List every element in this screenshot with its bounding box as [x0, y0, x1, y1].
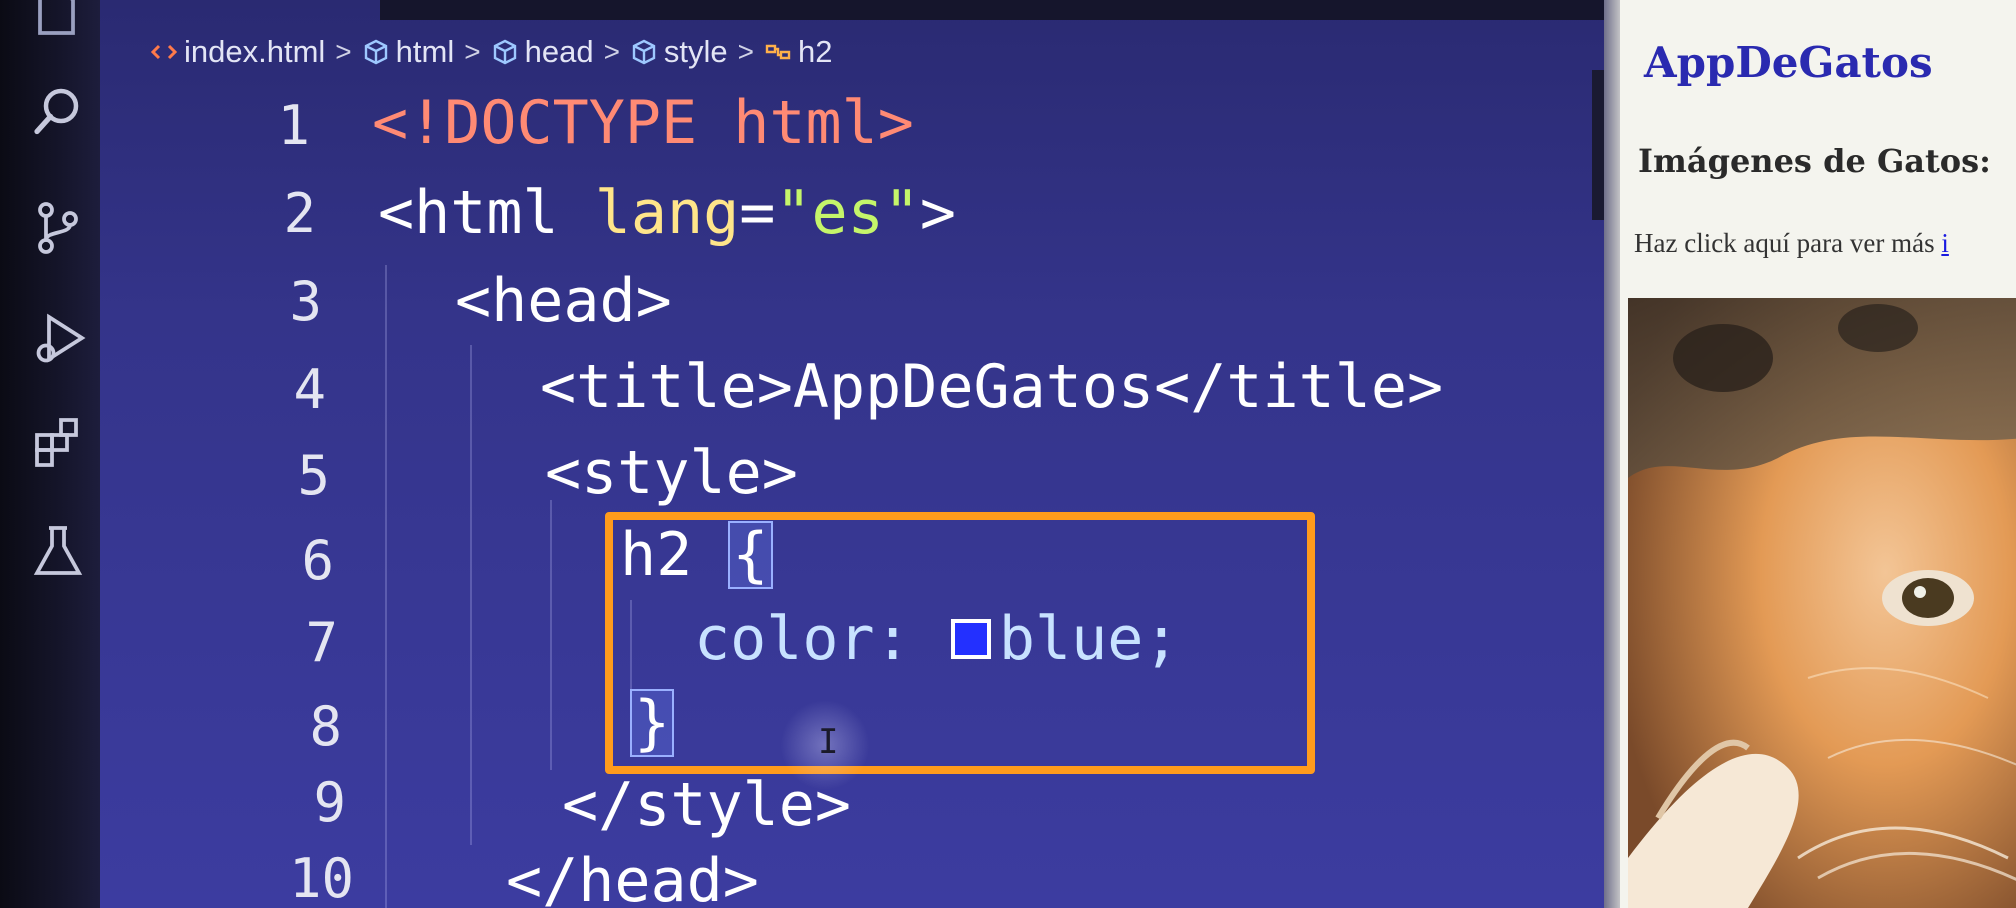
breadcrumb-item-html[interactable]: html [362, 34, 454, 70]
line-number: 1 [277, 94, 310, 157]
breadcrumb-separator: > [603, 36, 620, 67]
source-control-icon[interactable] [28, 198, 88, 258]
extensions-icon[interactable] [28, 414, 88, 474]
cube-icon [632, 39, 656, 65]
breadcrumb-item-style[interactable]: style [630, 34, 728, 70]
explorer-icon[interactable] [28, 0, 88, 42]
breadcrumb-separator: > [464, 36, 481, 67]
code-line-10[interactable]: </head> [506, 838, 759, 908]
preview-heading: AppDeGatos [1644, 38, 1933, 87]
html-file-icon [150, 44, 178, 60]
line-number: 8 [309, 695, 342, 758]
line-number: 7 [305, 611, 338, 674]
head-open-tag: <head> [455, 266, 672, 336]
tab-bar-strip [380, 0, 1620, 20]
cat-image [1628, 298, 2016, 908]
breadcrumb-item-h2[interactable]: h2 [764, 34, 833, 70]
tag-bracket: < [378, 178, 415, 248]
code-line-5[interactable]: <style> [545, 430, 798, 516]
tag-name: html [414, 178, 559, 248]
preview-subheading: Imágenes de Gatos: [1638, 142, 1991, 180]
breadcrumb-separator: > [335, 36, 352, 67]
line-number: 2 [283, 182, 316, 245]
preview-link[interactable]: i [1941, 228, 1949, 258]
breadcrumb-item-head[interactable]: head [491, 34, 594, 70]
highlight-box [605, 512, 1315, 774]
run-debug-icon[interactable] [28, 308, 88, 368]
code-line-1[interactable]: <!DOCTYPE html> [372, 80, 914, 166]
text-cursor-icon: I [818, 722, 839, 762]
cube-icon [364, 39, 387, 65]
indent-guide [550, 500, 552, 770]
tag-bracket: > [919, 178, 956, 248]
code-line-2[interactable]: < html lang = "es" > [378, 170, 956, 256]
indent-guide [470, 345, 472, 845]
code-line-3[interactable]: <head> [455, 258, 672, 344]
attribute-equals: = [739, 178, 776, 248]
title-close-tag: </title> [1154, 352, 1444, 422]
line-number: 6 [301, 529, 334, 592]
preview-paragraph: Haz click aquí para ver más i [1634, 228, 1949, 259]
search-icon[interactable] [28, 82, 88, 142]
title-text: AppDeGatos [792, 352, 1155, 422]
preview-paragraph-text: Haz click aquí para ver más [1634, 228, 1942, 258]
line-number: 5 [297, 444, 330, 507]
breadcrumb: index.html > html > head > style > h2 [150, 30, 833, 74]
line-number: 10 [288, 847, 354, 908]
attribute-name: lang [594, 178, 740, 248]
indent-guide [385, 265, 387, 908]
activity-bar [0, 0, 100, 908]
line-number: 3 [289, 270, 322, 333]
line-number: 4 [293, 358, 326, 421]
head-close-tag: </head> [506, 846, 759, 908]
code-line-4[interactable]: <title> AppDeGatos </title> [540, 344, 1443, 430]
line-number: 9 [313, 771, 346, 834]
breadcrumb-separator: > [737, 36, 755, 67]
testing-icon[interactable] [28, 522, 88, 582]
doctype-token: <!DOCTYPE html> [372, 88, 914, 158]
browser-preview: AppDeGatos Imágenes de Gatos: Haz click … [1620, 0, 2016, 908]
code-editor[interactable]: index.html > html > head > style > h2 1 … [100, 0, 1620, 908]
style-open-tag: <style> [545, 438, 798, 508]
css-selector-icon [765, 44, 791, 60]
attribute-value: "es" [775, 178, 920, 248]
title-open-tag: <title> [540, 352, 793, 422]
breadcrumb-item-file[interactable]: index.html [150, 34, 325, 70]
cube-icon [493, 39, 516, 65]
